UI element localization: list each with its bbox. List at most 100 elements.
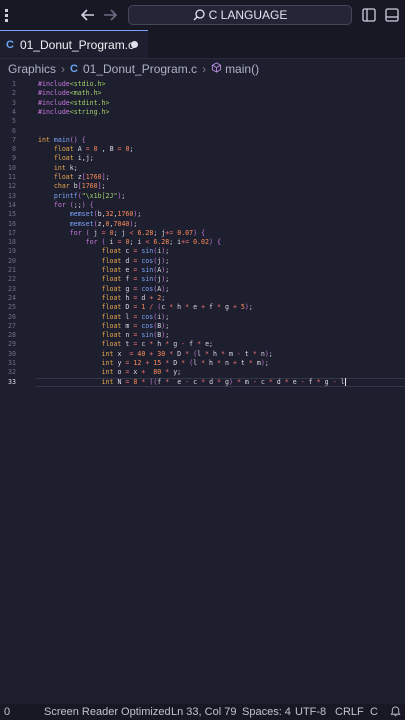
line-number: 11 <box>8 173 16 181</box>
unsaved-dot-icon[interactable] <box>131 41 138 48</box>
code-text: float z[1760]; <box>53 173 110 181</box>
code-text: int N = 8 * ((f * e - c * d * g) * m - c… <box>101 377 346 386</box>
code-line[interactable]: 24 float h = d + 2; <box>0 294 405 303</box>
line-number: 21 <box>8 266 16 274</box>
line-number: 5 <box>12 117 16 126</box>
line-number: 1 <box>12 80 16 88</box>
line-number: 20 <box>8 256 16 265</box>
code-line[interactable]: 30 int x = 40 + 30 * D * (l * h * m - t … <box>0 350 405 359</box>
title-bar: C LANGUAGE <box>0 0 405 30</box>
command-center-search[interactable]: C LANGUAGE <box>128 5 352 25</box>
code-line[interactable]: 5 <box>0 117 405 126</box>
code-line[interactable]: 12 char b[1760]; <box>0 182 405 191</box>
code-text: float A = 0 , B = 0; <box>53 145 134 154</box>
line-number: 27 <box>8 321 16 330</box>
breadcrumb-file[interactable]: 01_Donut_Program.c <box>83 62 197 76</box>
code-line[interactable]: 14 for (;;) { <box>0 201 405 210</box>
code-text: int o = x + 80 * y; <box>101 368 182 377</box>
line-number: 4 <box>12 107 16 116</box>
code-line[interactable]: 17 for ( j = 0; j < 6.28; j+= 0.07) { <box>0 229 405 238</box>
toggle-panel-icon[interactable] <box>384 6 400 24</box>
code-line[interactable]: 9 float i,j; <box>0 154 405 163</box>
code-line[interactable]: 16 memset(z,0,7040); <box>0 220 405 229</box>
code-line[interactable]: 8 float A = 0 , B = 0; <box>0 145 405 154</box>
code-line[interactable]: 1 #include<stdio.h> <box>0 80 405 89</box>
code-line[interactable]: 11 float z[1760]; <box>0 173 405 182</box>
line-number: 16 <box>8 219 16 228</box>
code-text: for (;;) { <box>53 200 94 209</box>
code-line[interactable]: 21 float e = sin(A); <box>0 266 405 275</box>
code-line[interactable]: 20 float d = cos(j); <box>0 257 405 266</box>
back-arrow-icon[interactable] <box>80 6 96 24</box>
code-line[interactable]: 4 #include<string.h> <box>0 108 405 117</box>
code-line[interactable]: 13 printf("\x1b[2J"); <box>0 192 405 201</box>
menu-icon[interactable] <box>0 6 14 24</box>
line-number: 31 <box>8 359 16 367</box>
code-text: int k; <box>53 163 78 172</box>
code-text: float m = cos(B); <box>101 321 170 330</box>
line-number: 17 <box>8 228 16 237</box>
tab-donut-program[interactable]: C 01_Donut_Program.c <box>0 30 148 58</box>
code-line[interactable]: 29 float t = c * h * g - f * e; <box>0 340 405 349</box>
line-number: 14 <box>8 200 16 209</box>
code-line[interactable]: 33 int N = 8 * ((f * e - c * d * g) * m … <box>0 377 405 387</box>
code-line[interactable]: 6 <box>0 127 405 136</box>
code-line[interactable]: 32 int o = x + 80 * y; <box>0 368 405 377</box>
code-line[interactable]: 28 float n = sin(B); <box>0 331 405 340</box>
code-text: int y = 12 + 15 * D * (l * h * n + t * m… <box>101 359 269 367</box>
code-line[interactable]: 25 float D = 1 / (c * h * e + f * g + 5)… <box>0 303 405 312</box>
code-text: for ( i = 0; i < 6.28; i+= 0.02) { <box>85 238 221 247</box>
code-text: float h = d + 2; <box>101 293 166 302</box>
line-number: 3 <box>12 98 16 107</box>
code-line[interactable]: 2 #include<math.h> <box>0 89 405 98</box>
code-line[interactable]: 27 float m = cos(B); <box>0 322 405 331</box>
code-text: float l = cos(i); <box>101 312 170 321</box>
code-line[interactable]: 3 #include<stdint.h> <box>0 99 405 108</box>
code-line[interactable]: 22 float f = sin(j); <box>0 275 405 284</box>
tab-bar: C 01_Donut_Program.c <box>0 30 405 59</box>
code-line[interactable]: 19 float c = sin(i); <box>0 247 405 256</box>
code-text: for ( j = 0; j < 6.28; j+= 0.07) { <box>69 228 206 237</box>
code-text: int x = 40 + 30 * D * (l * h * m - t * n… <box>101 349 273 358</box>
code-text: #include<string.h> <box>38 107 110 116</box>
line-endings[interactable]: CRLF <box>335 706 364 718</box>
code-line[interactable]: 23 float g = cos(A); <box>0 285 405 294</box>
code-text: float f = sin(j); <box>101 275 170 284</box>
encoding[interactable]: UTF-8 <box>295 706 326 718</box>
line-number: 2 <box>12 89 16 98</box>
notifications-icon[interactable] <box>390 706 401 717</box>
code-line[interactable]: 18 for ( i = 0; i < 6.28; i+= 0.02) { <box>0 238 405 247</box>
code-line[interactable]: 26 float l = cos(i); <box>0 313 405 322</box>
code-line[interactable]: 31 int y = 12 + 15 * D * (l * h * n + t … <box>0 359 405 368</box>
status-bar: 0 Screen Reader Optimized Ln 33, Col 79 … <box>0 704 405 720</box>
line-number: 18 <box>8 238 16 247</box>
line-number: 19 <box>8 247 16 256</box>
code-line[interactable]: 7 int main() { <box>0 136 405 145</box>
cursor-position[interactable]: Ln 33, Col 79 <box>171 706 236 718</box>
line-number: 24 <box>8 293 16 302</box>
chevron-right-icon: › <box>61 62 66 76</box>
code-text: float c = sin(i); <box>101 247 170 256</box>
breadcrumb-folder[interactable]: Graphics <box>8 62 56 76</box>
tab-label: 01_Donut_Program.c <box>19 37 135 52</box>
line-number: 6 <box>12 126 16 135</box>
line-number: 26 <box>8 312 16 321</box>
code-line[interactable]: 10 int k; <box>0 164 405 173</box>
code-text: float g = cos(A); <box>101 284 170 293</box>
code-text: char b[1760]; <box>53 182 106 191</box>
search-icon <box>193 9 209 21</box>
code-text: #include<math.h> <box>38 89 102 98</box>
screen-reader-mode[interactable]: Screen Reader Optimized <box>44 706 171 718</box>
line-number: 25 <box>8 303 16 312</box>
problems-count[interactable]: 0 <box>4 706 10 718</box>
line-number: 32 <box>8 368 16 377</box>
language-mode[interactable]: C <box>370 706 378 718</box>
line-number: 29 <box>8 340 16 349</box>
code-editor[interactable]: 1 #include<stdio.h> 2 #include<math.h> 3 #inc… <box>0 79 405 705</box>
code-text: float i,j; <box>53 154 94 163</box>
code-line[interactable]: 15 memset(b,32,1760); <box>0 210 405 219</box>
breadcrumb-symbol[interactable]: main() <box>225 62 259 76</box>
forward-arrow-icon[interactable] <box>102 6 118 24</box>
indentation[interactable]: Spaces: 4 <box>242 706 291 718</box>
toggle-sidebar-icon[interactable] <box>361 6 377 24</box>
